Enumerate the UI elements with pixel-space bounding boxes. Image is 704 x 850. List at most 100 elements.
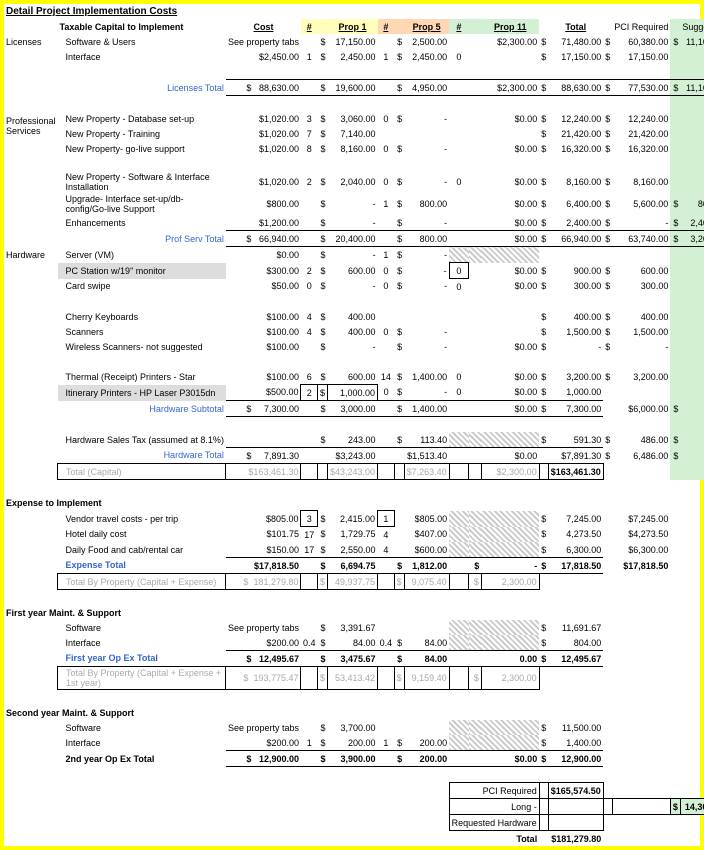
cell: $6,300.00 [612,542,670,558]
cell: - [404,324,449,339]
cell: 400.00 [612,309,670,324]
cell: 0 [378,171,395,193]
cell: $0.00 [481,448,539,464]
cell: 1 [378,735,395,751]
row-label: New Property - Software & Interface Inst… [58,171,226,193]
total-by-prop: Total By Property (Capital + Expense) [58,574,226,590]
cell: 200.00 [328,735,378,751]
row-label: Hotel daily cost [58,527,226,543]
cell: 0.00 [481,651,539,667]
cell: 0 [378,141,395,156]
cell: $165,574.50 [548,783,603,799]
cell: 66,940.00 [548,231,603,247]
cell: $0.00 [481,279,539,295]
cell: 2,400.00 [548,215,603,231]
cell: 1,400.00 [548,735,603,751]
cell: 53,413.42 [328,667,378,690]
cell: 1 [378,511,395,527]
cell: $101.75 [226,527,301,543]
sum-total: Total [449,831,539,847]
cell: 2,300.00 [481,667,539,690]
row-label: Enhancements [58,215,226,231]
cell: 2,400.00 [680,215,704,231]
cell: 11,691.67 [548,620,603,635]
row-label: Hardware Sales Tax (assumed at 8.1%) [58,432,226,448]
cell: - [680,401,704,417]
cell: 200.00 [404,735,449,751]
cell: $100.00 [226,369,301,385]
cell: 4 [378,542,395,558]
cell: 2,300.00 [481,574,539,590]
cell: $1,020.00 [226,171,301,193]
row-label: New Property - Database set-up [58,111,226,126]
cell: $7,263.40 [404,464,449,480]
cell: $0.00 [481,401,539,417]
cell: 0 [378,385,395,401]
cell: 16,320.00 [612,141,670,156]
cell: - [404,339,449,354]
cell: - [404,215,449,231]
n-hdr: # [378,19,395,34]
cell: $4,273.50 [612,527,670,543]
cell: 21,420.00 [612,126,670,141]
cell: 0 [449,385,468,401]
cell: 0 [449,263,468,279]
cell: 3,200.00 [548,369,603,385]
p11-hdr: Prop 11 [481,19,539,34]
cell: 12,900.00 [548,751,603,767]
page-title: Detail Project Implementation Costs [4,4,704,19]
cell: $0.00 [481,385,539,401]
cell: 60,380.00 [612,34,670,49]
cell: - [680,448,704,464]
cell: 84.00 [328,635,378,651]
cell: $1,200.00 [226,215,301,231]
cell: $200.00 [226,735,301,751]
p1-hdr: Prop 1 [328,19,378,34]
cell: $100.00 [226,339,301,354]
sec-hw: Hardware [4,247,58,263]
sec-expense: Expense to Implement [4,495,226,511]
cell: - [328,247,378,263]
cell: 12,900.00 [259,754,299,764]
cell: 2 [301,263,318,279]
cell: $0.00 [481,215,539,231]
cell: 3,900.00 [328,751,378,767]
sugg-hdr: Suggested [680,19,704,34]
cell: 17,818.50 [548,558,603,574]
cell: 4 [378,527,395,543]
cell: 300.00 [612,279,670,295]
cell: - [548,339,603,354]
cell: 600.00 [328,263,378,279]
cell: 4 [301,324,318,339]
cell: 0 [449,279,468,295]
cell: 400.00 [328,324,378,339]
n-hdr: # [301,19,318,34]
cell: - [680,432,704,448]
cell: 12,495.67 [259,654,299,664]
cell: - [404,111,449,126]
cell: $3,243.00 [328,448,378,464]
cell: $800.00 [226,193,301,215]
cell: 113.40 [404,432,449,448]
row-label: Cherry Keyboards [58,309,226,324]
cell: 14,300.00 [680,799,704,815]
cell: 6,300.00 [548,542,603,558]
sec-m1: First year Maint. & Support [4,605,226,620]
cell: 17 [301,542,318,558]
cell: See property tabs [226,34,301,49]
cell: $1,020.00 [226,111,301,126]
row-label: Software [58,720,226,735]
cell: - [404,279,449,295]
cell: - [328,215,378,231]
row-label: Itinerary Printers - HP Laser P3015dn [58,385,226,401]
cell: 193,775.47 [253,673,298,683]
cell: $200.00 [226,635,301,651]
cell: - [328,193,378,215]
row-label: Interface [58,49,226,64]
cell: 9,159.40 [404,667,449,690]
pci-hdr: PCI Required [612,19,670,34]
cell: - [404,171,449,193]
p5-hdr: Prop 5 [404,19,449,34]
cell: 4 [301,309,318,324]
row-label: Interface [58,635,226,651]
